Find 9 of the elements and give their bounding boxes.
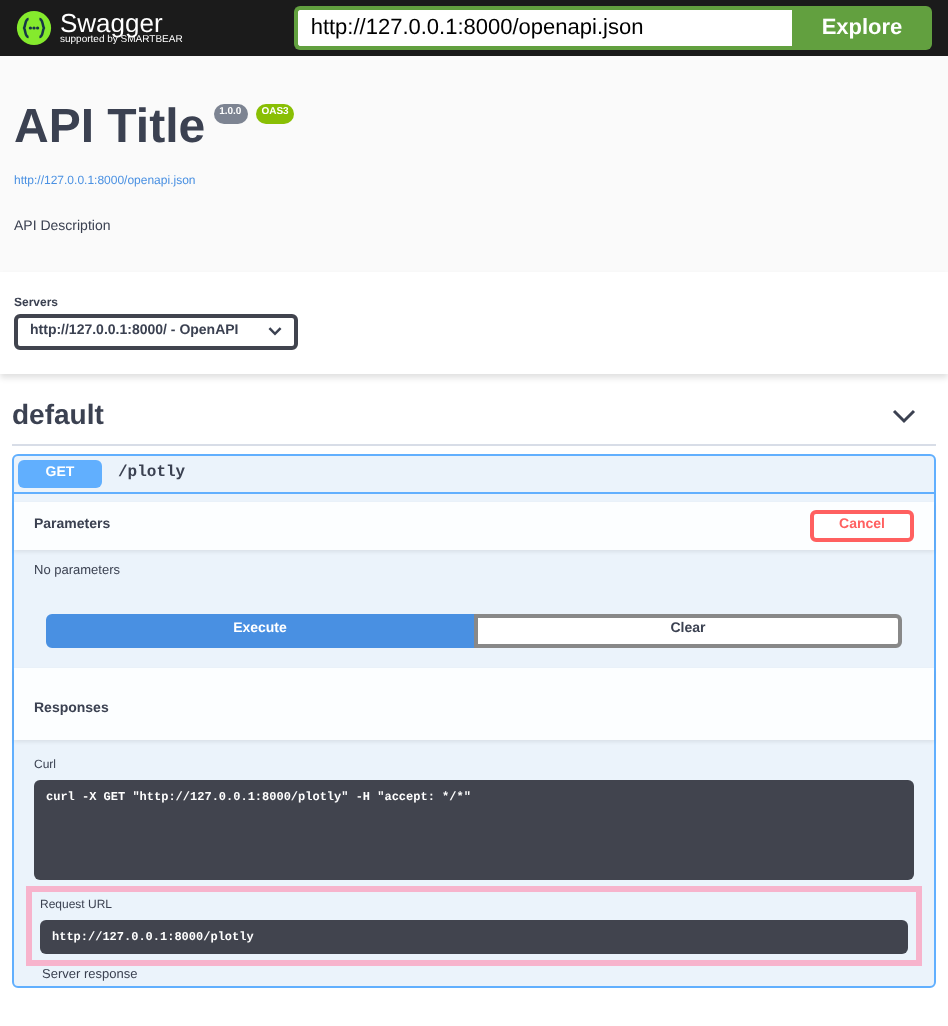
explore-button[interactable]: Explore xyxy=(792,6,932,50)
brand-name: Swagger xyxy=(60,9,163,36)
url-field[interactable]: http://127.0.0.1:8000/openapi.json xyxy=(294,6,792,50)
endpoint-path: /plotly xyxy=(118,462,186,486)
chevron-icon[interactable] xyxy=(892,407,916,423)
api-title: API Title xyxy=(14,104,206,152)
section-title: default xyxy=(12,396,104,434)
logo-icon xyxy=(16,10,52,46)
caret-icon xyxy=(268,326,282,337)
